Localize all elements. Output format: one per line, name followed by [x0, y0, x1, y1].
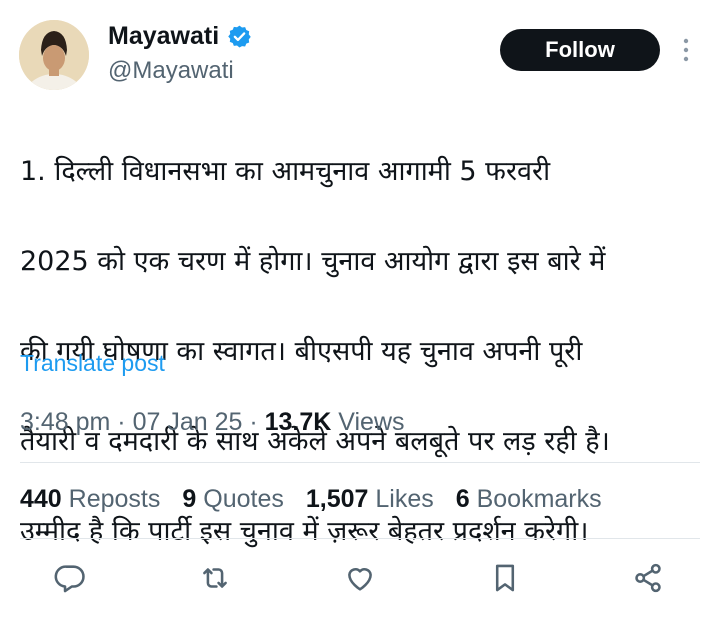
- engagement-stats: 440 Reposts 9 Quotes 1,507 Likes 6 Bookm…: [20, 485, 624, 514]
- follow-button[interactable]: Follow: [500, 29, 660, 71]
- post-date[interactable]: 07 Jan 25: [133, 408, 243, 436]
- more-options-icon[interactable]: [676, 36, 696, 64]
- post-time[interactable]: 3:48 pm: [20, 408, 110, 436]
- bookmarks-label: Bookmarks: [469, 485, 602, 513]
- share-icon[interactable]: [631, 561, 665, 595]
- avatar[interactable]: [19, 20, 89, 90]
- tweet-line: 2025 को एक चरण में होगा। चुनाव आयोग द्वा…: [20, 246, 606, 277]
- quotes-label: Quotes: [196, 485, 284, 513]
- tweet-line: उम्मीद है कि पार्टी इस चुनाव में ज़रूर ब…: [20, 516, 589, 547]
- verified-badge-icon: [227, 24, 252, 49]
- author-name[interactable]: Mayawati: [108, 22, 219, 51]
- likes-stat[interactable]: 1,507 Likes: [306, 485, 434, 514]
- quotes-stat[interactable]: 9 Quotes: [182, 485, 283, 514]
- action-bar: [0, 555, 720, 601]
- reposts-stat[interactable]: 440 Reposts: [20, 485, 160, 514]
- reposts-count: 440: [20, 485, 62, 513]
- meta-separator: ·: [110, 408, 133, 436]
- views-label: Views: [331, 408, 405, 436]
- divider: [20, 462, 700, 463]
- quotes-count: 9: [182, 485, 197, 513]
- likes-count: 1,507: [305, 485, 369, 513]
- reposts-label: Reposts: [61, 485, 161, 513]
- meta-separator: ·: [242, 408, 265, 436]
- bookmarks-count: 6: [455, 485, 470, 513]
- author-name-row: Mayawati: [108, 22, 252, 51]
- divider: [20, 538, 700, 539]
- author-handle[interactable]: @Mayawati: [108, 57, 234, 85]
- reply-icon[interactable]: [53, 561, 87, 595]
- repost-icon[interactable]: [198, 561, 232, 595]
- tweet-line: 1. दिल्ली विधानसभा का आमचुनाव आगामी 5 फर…: [20, 156, 551, 187]
- like-icon[interactable]: [343, 561, 377, 595]
- post-meta: 3:48 pm · 07 Jan 25 · 13.7K Views: [20, 408, 405, 437]
- likes-label: Likes: [368, 485, 434, 513]
- bookmarks-stat[interactable]: 6 Bookmarks: [456, 485, 602, 514]
- bookmark-icon[interactable]: [488, 561, 522, 595]
- translate-post-link[interactable]: Translate post: [20, 350, 165, 377]
- views-count: 13.7K: [264, 408, 332, 436]
